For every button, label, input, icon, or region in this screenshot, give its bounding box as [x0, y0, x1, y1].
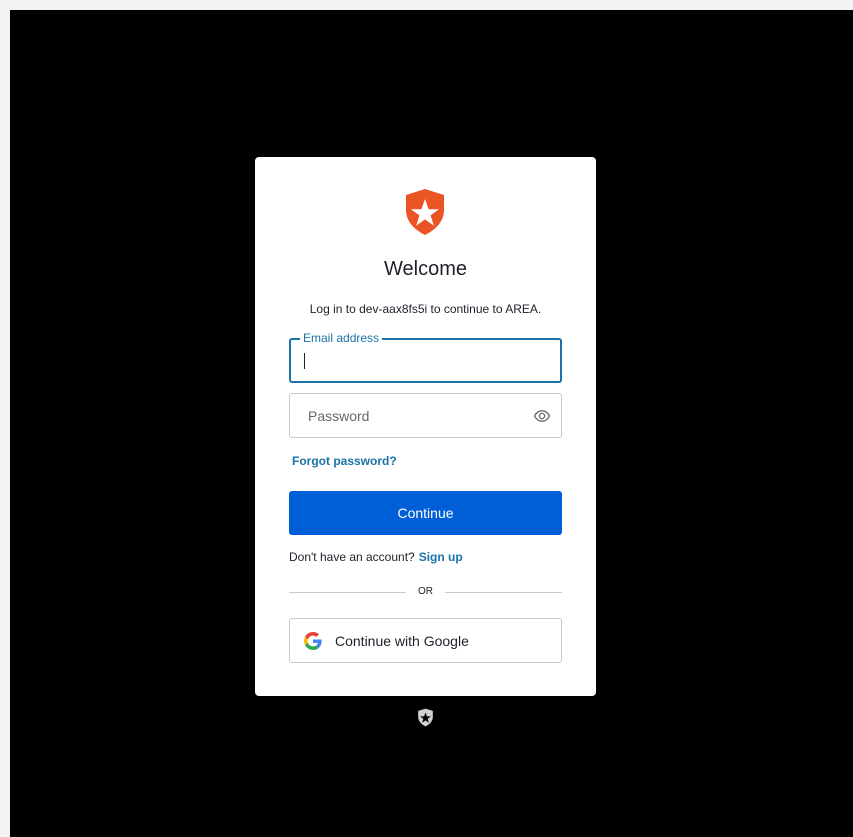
google-icon [304, 632, 322, 650]
text-cursor [304, 353, 305, 369]
page-background: Welcome Log in to dev-aax8fs5i to contin… [10, 10, 853, 837]
continue-with-google-label: Continue with Google [335, 633, 469, 649]
password-input[interactable] [290, 394, 561, 437]
continue-button[interactable]: Continue [289, 491, 562, 535]
divider-line-right [445, 592, 562, 593]
page-title: Welcome [384, 258, 467, 280]
email-input[interactable] [291, 340, 560, 381]
signup-link[interactable]: Sign up [419, 550, 463, 564]
password-field[interactable] [289, 393, 562, 438]
or-divider: OR [289, 585, 562, 599]
login-card: Welcome Log in to dev-aax8fs5i to contin… [255, 157, 596, 696]
forgot-password-link[interactable]: Forgot password? [292, 454, 397, 468]
login-subtitle: Log in to dev-aax8fs5i to continue to AR… [309, 302, 542, 316]
signup-row: Don't have an account? Sign up [289, 550, 463, 564]
signup-prompt: Don't have an account? [289, 550, 415, 564]
continue-with-google-button[interactable]: Continue with Google [289, 618, 562, 663]
auth0-logo-icon [406, 189, 444, 235]
email-field[interactable]: Email address [289, 331, 562, 383]
eye-icon[interactable] [533, 407, 551, 425]
footer-auth0-logo-icon [418, 708, 433, 727]
